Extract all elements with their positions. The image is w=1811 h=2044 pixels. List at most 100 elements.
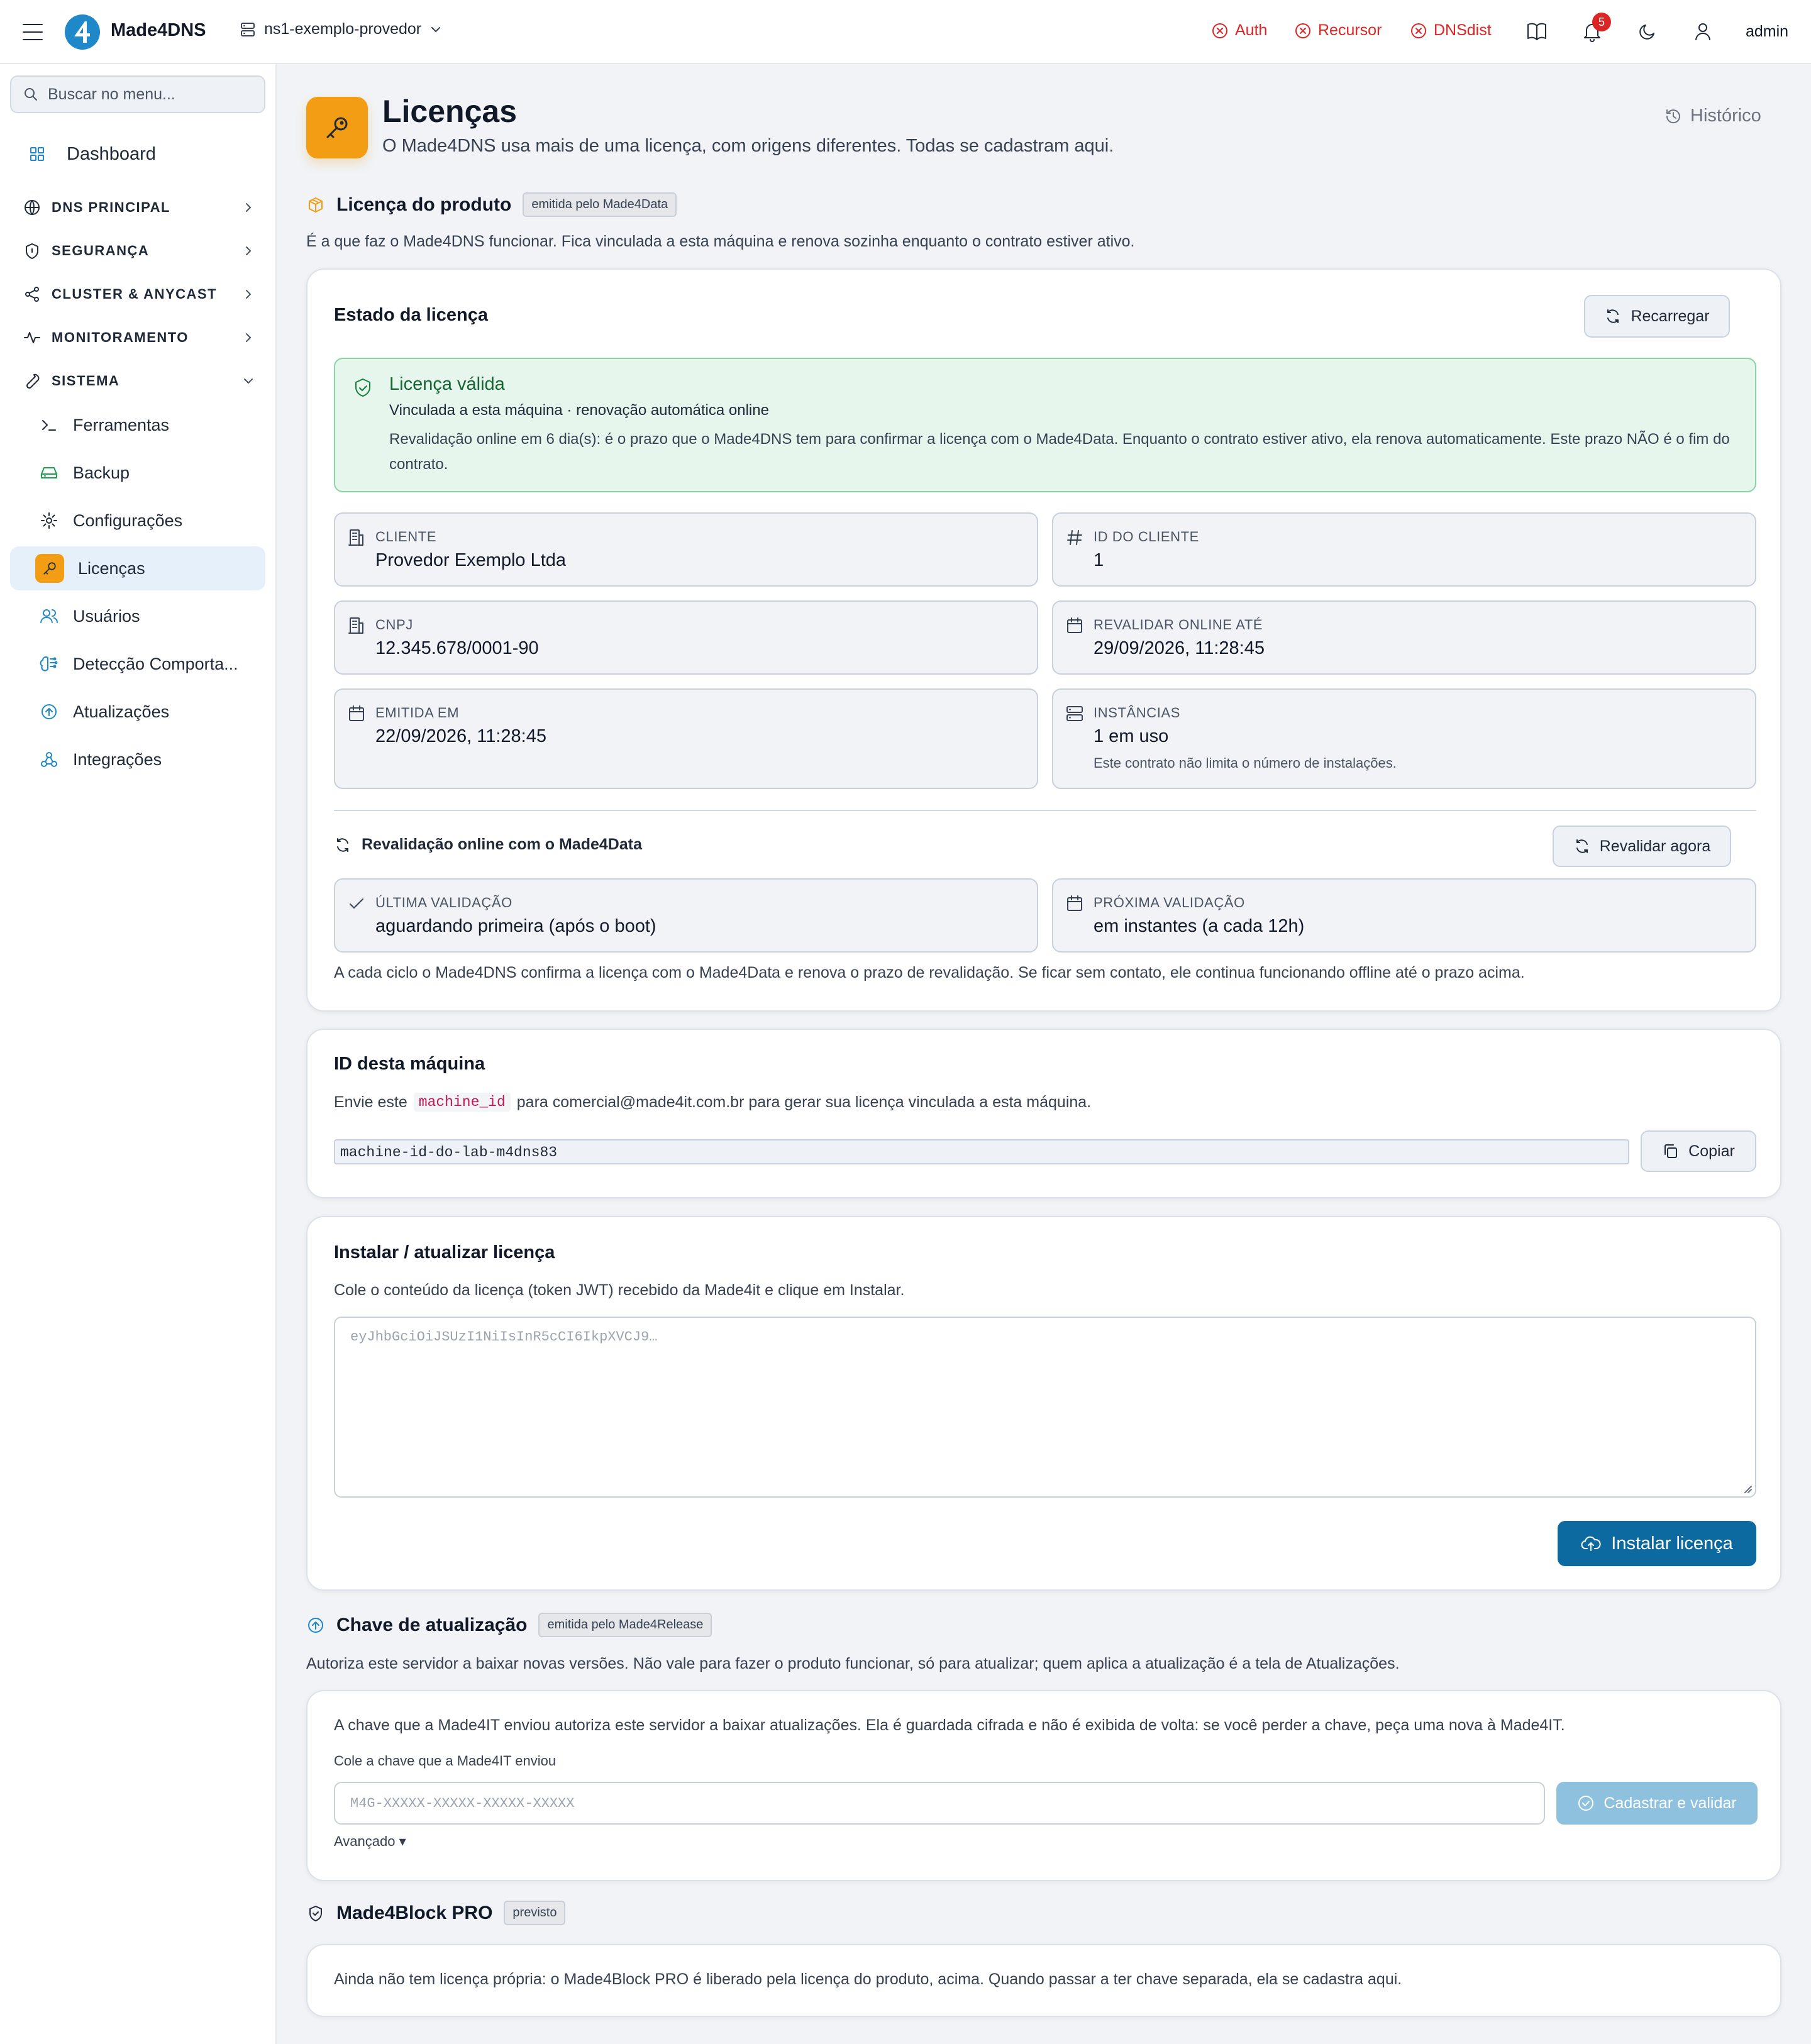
- sidebar-section-seguranca[interactable]: SEGURANÇA: [23, 235, 255, 267]
- key-icon: [35, 554, 64, 583]
- section-title: Chave de atualização: [336, 1614, 528, 1635]
- machine-id-field[interactable]: machine-id-do-lab-m4dns83: [334, 1139, 1629, 1164]
- calendar-icon: [1065, 616, 1085, 636]
- info-client-id: ID DO CLIENTE 1: [1052, 512, 1756, 587]
- section-made4block-header: Made4Block PRO previsto: [306, 1901, 566, 1925]
- chevron-right-icon: [241, 201, 255, 214]
- gear-icon: [39, 511, 59, 531]
- service-status-recursor[interactable]: Recursor: [1294, 21, 1382, 40]
- moon-icon[interactable]: [1636, 20, 1659, 43]
- sidebar-section-dns-principal[interactable]: DNS PRINCIPAL: [23, 192, 255, 223]
- info-value: aguardando primeira (após o boot): [375, 916, 656, 936]
- sidebar-item-atualizacoes[interactable]: Atualizações: [10, 690, 265, 734]
- update-key-input[interactable]: M4G-XXXXX-XXXXX-XXXXX-XXXXX: [334, 1782, 1545, 1825]
- sidebar-item-label: Backup: [73, 463, 130, 482]
- error-circle-icon: [1410, 22, 1427, 40]
- arrow-up-circle-icon: [306, 1616, 325, 1635]
- shield-icon: [23, 241, 42, 260]
- info-label: REVALIDAR ONLINE ATÉ: [1094, 617, 1263, 633]
- sidebar-item-configuracoes[interactable]: Configurações: [10, 499, 265, 543]
- sidebar-item-licencas[interactable]: Licenças: [10, 546, 265, 590]
- info-value: em instantes (a cada 12h): [1094, 916, 1305, 936]
- sidebar-item-label: Usuários: [73, 606, 140, 626]
- section-update-key-header: Chave de atualização emitida pelo Made4R…: [306, 1613, 712, 1637]
- cloud-upload-icon: [1581, 1533, 1601, 1554]
- sidebar-item-ferramentas[interactable]: Ferramentas: [10, 403, 265, 447]
- page-title: Licenças: [382, 94, 518, 129]
- error-circle-icon: [1294, 22, 1312, 40]
- menu-icon[interactable]: [21, 21, 44, 43]
- made4block-card: Ainda não tem licença própria: o Made4Bl…: [306, 1944, 1781, 2017]
- machine-id-card: ID desta máquina Envie este machine_id p…: [306, 1029, 1781, 1198]
- sidebar-section-cluster-anycast[interactable]: CLUSTER & ANYCAST: [23, 279, 255, 310]
- section-label: SISTEMA: [52, 373, 120, 389]
- sidebar-item-usuarios[interactable]: Usuários: [10, 594, 265, 638]
- input-placeholder: M4G-XXXXX-XXXXX-XXXXX-XXXXX: [350, 1796, 575, 1811]
- section-description: Autoriza este servidor a baixar novas ve…: [306, 1655, 1400, 1672]
- sidebar-section-monitoramento[interactable]: MONITORAMENTO: [23, 322, 255, 353]
- sidebar-item-label: Dashboard: [67, 143, 156, 164]
- info-label: INSTÂNCIAS: [1094, 705, 1181, 721]
- info-value: 29/09/2026, 11:28:45: [1094, 638, 1265, 658]
- section-label: MONITORAMENTO: [52, 329, 189, 345]
- service-label: DNSdist: [1434, 21, 1492, 39]
- refresh-icon: [334, 836, 352, 854]
- sidebar-item-deteccao-comportamental[interactable]: Detecção Comporta...: [10, 642, 265, 686]
- service-label: Auth: [1235, 21, 1268, 39]
- button-label: Copiar: [1688, 1142, 1735, 1160]
- menu-search-input[interactable]: Buscar no menu...: [10, 75, 265, 113]
- info-instances: INSTÂNCIAS 1 em uso Este contrato não li…: [1052, 688, 1756, 789]
- install-license-button[interactable]: Instalar licença: [1558, 1521, 1756, 1566]
- register-validate-button[interactable]: Cadastrar e validar: [1556, 1782, 1758, 1825]
- terminal-icon: [39, 415, 59, 435]
- refresh-icon: [1573, 837, 1591, 855]
- user-icon[interactable]: [1692, 20, 1714, 43]
- share-icon: [23, 285, 42, 304]
- sidebar-section-sistema[interactable]: SISTEMA: [23, 365, 255, 397]
- top-bar: Made4DNS ns1-exemplo-provedor Auth Recur…: [0, 0, 1811, 64]
- brain-icon: [39, 654, 59, 674]
- update-key-info: A chave que a Made4IT enviou autoriza es…: [334, 1716, 1565, 1734]
- machine-id-instructions: Envie este machine_id para comercial@mad…: [334, 1093, 1091, 1112]
- shield-check-icon: [352, 377, 374, 399]
- book-icon[interactable]: [1526, 20, 1548, 43]
- divider: [334, 810, 1756, 811]
- check-circle-icon: [1577, 1794, 1595, 1812]
- history-label: Histórico: [1690, 106, 1761, 126]
- building-icon: [346, 616, 367, 636]
- dashboard-icon: [28, 145, 47, 163]
- search-icon: [23, 86, 39, 102]
- users-icon: [39, 606, 59, 626]
- resize-handle-icon[interactable]: [1741, 1483, 1753, 1494]
- advanced-toggle[interactable]: Avançado ▾: [334, 1833, 406, 1850]
- service-status-auth[interactable]: Auth: [1211, 21, 1267, 40]
- field-label: Cole a chave que a Made4IT enviou: [334, 1753, 557, 1769]
- sidebar-item-label: Ferramentas: [73, 415, 170, 434]
- revalidate-now-button[interactable]: Revalidar agora: [1553, 826, 1731, 867]
- server-selector[interactable]: ns1-exemplo-provedor: [239, 20, 443, 38]
- license-token-textarea[interactable]: eyJhbGciOiJSUzI1NiIsInR5cCI6IkpXVCJ9…: [334, 1317, 1756, 1498]
- info-issued: EMITIDA EM 22/09/2026, 11:28:45: [334, 688, 1038, 789]
- card-description: Cole o conteúdo da licença (token JWT) r…: [334, 1281, 905, 1299]
- arrow-up-circle-icon: [39, 702, 59, 722]
- key-icon: [326, 117, 348, 138]
- service-status-dnsdist[interactable]: DNSdist: [1410, 21, 1492, 40]
- sidebar-item-integracoes[interactable]: Integrações: [10, 737, 265, 782]
- sidebar-item-dashboard[interactable]: Dashboard: [10, 132, 265, 176]
- section-description: É a que faz o Made4DNS funcionar. Fica v…: [306, 233, 1135, 250]
- update-key-card: A chave que a Made4IT enviou autoriza es…: [306, 1690, 1781, 1881]
- reload-button[interactable]: Recarregar: [1584, 295, 1730, 338]
- chevron-right-icon: [241, 331, 255, 345]
- sidebar-item-backup[interactable]: Backup: [10, 451, 265, 495]
- sidebar-item-label: Detecção Comporta...: [73, 654, 238, 673]
- history-button[interactable]: Histórico: [1664, 106, 1761, 126]
- check-icon: [346, 893, 367, 914]
- package-icon: [306, 196, 325, 214]
- alert-line: Vinculada a esta máquina · renovação aut…: [389, 402, 769, 419]
- building-icon: [346, 528, 367, 548]
- revalidation-note: A cada ciclo o Made4DNS confirma a licen…: [334, 964, 1525, 981]
- copy-button[interactable]: Copiar: [1641, 1130, 1756, 1172]
- inline-code: machine_id: [413, 1093, 511, 1112]
- username[interactable]: admin: [1746, 23, 1788, 41]
- card-description: Ainda não tem licença própria: o Made4Bl…: [334, 1970, 1402, 1988]
